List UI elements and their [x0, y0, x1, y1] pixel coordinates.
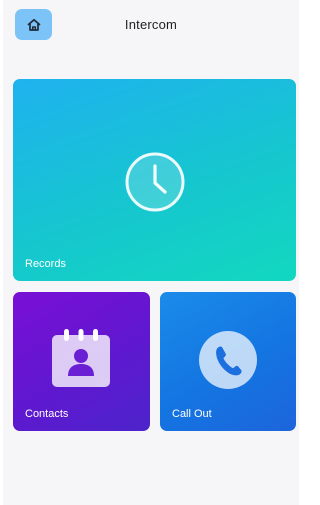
contacts-tile[interactable]: Contacts [13, 292, 150, 431]
contacts-label: Contacts [25, 408, 69, 420]
clock-icon [125, 152, 185, 212]
intercom-screen: Intercom Records Contacts Call Out [3, 0, 299, 505]
records-label: Records [25, 258, 66, 270]
records-tile[interactable]: Records [13, 79, 296, 281]
call-out-tile[interactable]: Call Out [160, 292, 296, 431]
call-out-label: Call Out [172, 408, 212, 420]
phone-icon [199, 331, 257, 389]
page-title: Intercom [124, 17, 178, 32]
contact-book-icon [52, 329, 110, 387]
